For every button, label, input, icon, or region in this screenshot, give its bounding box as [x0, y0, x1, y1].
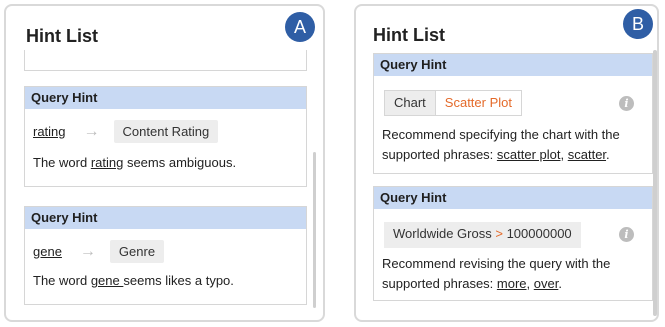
info-icon[interactable]: i	[619, 96, 634, 111]
hint-card-header: Query Hint	[374, 54, 652, 76]
arrow-right-icon: →	[79, 242, 96, 260]
hint-list-panel-a: Hint List A Query Hint rating → Content …	[4, 4, 325, 322]
filter-expression[interactable]: Worldwide Gross > 100000000	[384, 222, 581, 248]
scrollbar[interactable]	[313, 152, 316, 308]
filter-field: Worldwide Gross	[393, 226, 492, 241]
hint-card: Query Hint gene → Genre The word gene se…	[24, 206, 307, 305]
hint-card: Query Hint Worldwide Gross > 100000000 i…	[373, 186, 653, 301]
phrase-separator: ,	[560, 147, 568, 162]
hint-message-line2-prefix: supported phrases:	[382, 147, 497, 162]
hint-message: The word gene seems likes a typo.	[33, 271, 234, 291]
replacement-chip[interactable]: Genre	[109, 240, 165, 263]
hint-card-header: Query Hint	[374, 187, 652, 209]
filter-value: 100000000	[506, 226, 572, 241]
chart-value-option[interactable]: Scatter Plot	[435, 90, 522, 116]
hint-message-term: gene	[90, 273, 124, 288]
hint-message-suffix: seems likes a typo.	[123, 273, 234, 288]
hint-message-prefix: The word	[33, 273, 91, 288]
hint-message-prefix: The word	[33, 155, 91, 170]
chart-type-selector: Chart Scatter Plot	[384, 90, 522, 116]
hint-message: Recommend specifying the chart with the …	[382, 125, 620, 165]
hint-card-header: Query Hint	[25, 87, 306, 109]
replacement-chip[interactable]: Content Rating	[113, 120, 219, 143]
chart-field-label: Chart	[384, 90, 436, 116]
hint-message-suffix: seems ambiguous.	[123, 155, 237, 170]
arrow-right-icon: →	[83, 122, 100, 140]
panel-badge: A	[285, 12, 315, 42]
panel-title: Hint List	[373, 25, 445, 45]
hint-card-header: Query Hint	[25, 207, 306, 229]
panel-badge: B	[623, 9, 653, 39]
hint-message-end: .	[606, 147, 610, 162]
hint-card: Query Hint rating → Content Rating The w…	[24, 86, 307, 187]
filter-condition: Worldwide Gross > 100000000	[384, 222, 581, 248]
hint-message: Recommend revising the query with the su…	[382, 254, 610, 294]
hint-message-end: .	[558, 276, 562, 291]
hint-mapping: rating → Content Rating	[33, 120, 219, 143]
hint-message: The word rating seems ambiguous.	[33, 153, 236, 173]
suggested-phrase[interactable]: more	[497, 276, 527, 291]
phrase-separator: ,	[526, 276, 534, 291]
hint-list-panel-b: Hint List B Query Hint Chart Scatter Plo…	[354, 4, 659, 322]
hint-card: Query Hint Chart Scatter Plot i Recommen…	[373, 53, 653, 174]
hint-card-partial	[24, 50, 307, 71]
hint-message-line2: supported phrases: more, over.	[382, 274, 610, 294]
suggested-phrase[interactable]: over	[534, 276, 559, 291]
hint-message-line1: Recommend revising the query with the	[382, 256, 611, 271]
filter-operator: >	[495, 226, 503, 241]
suggested-phrase[interactable]: scatter plot	[497, 147, 561, 162]
hint-message-term: rating	[90, 155, 124, 170]
hint-term[interactable]: rating	[33, 124, 66, 139]
info-icon[interactable]: i	[619, 227, 634, 242]
scrollbar[interactable]	[653, 50, 657, 316]
hint-message-line2-prefix: supported phrases:	[382, 276, 497, 291]
hint-mapping: gene → Genre	[33, 240, 165, 263]
panel-title: Hint List	[26, 26, 98, 46]
hint-term[interactable]: gene	[33, 244, 62, 259]
hint-message-line1: Recommend specifying the chart with the	[382, 127, 620, 142]
suggested-phrase[interactable]: scatter	[568, 147, 606, 162]
hint-message-line2: supported phrases: scatter plot, scatter…	[382, 145, 620, 165]
